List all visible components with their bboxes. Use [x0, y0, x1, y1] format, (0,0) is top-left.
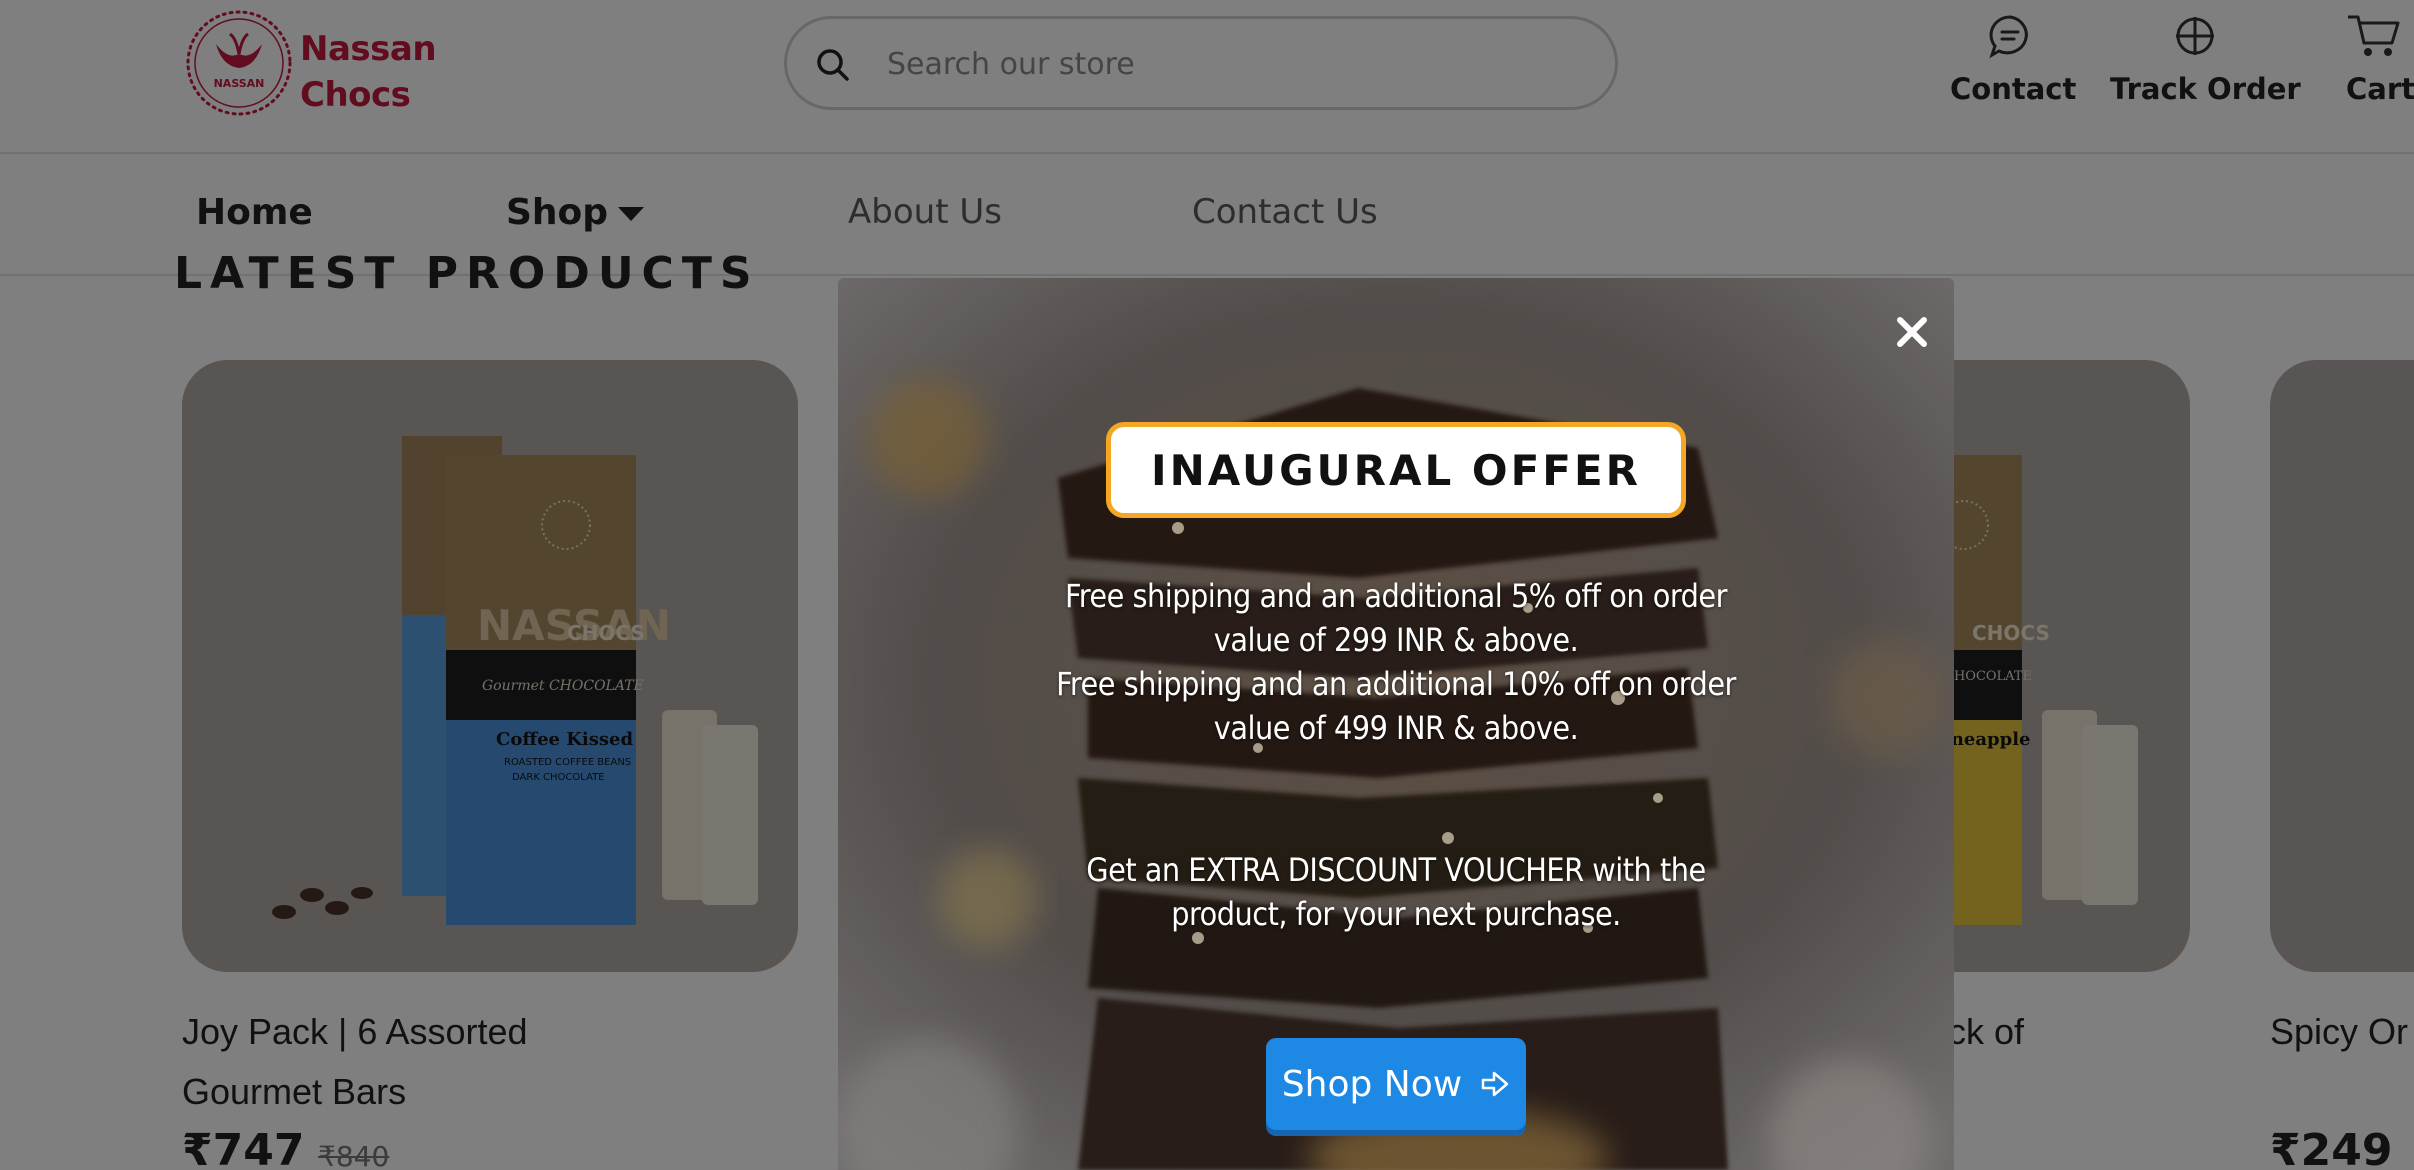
shop-now-label: Shop Now — [1281, 1063, 1463, 1105]
offer-modal: INAUGURAL OFFER Free shipping and an add… — [838, 278, 1954, 1170]
shop-now-button[interactable]: Shop Now — [1266, 1038, 1526, 1130]
offer-text-line: value of 499 INR & above. — [1213, 709, 1579, 747]
offer-text-line: Free shipping and an additional 5% off o… — [1065, 577, 1727, 615]
offer-text-line: Free shipping and an additional 10% off … — [1056, 665, 1736, 703]
arrow-right-icon — [1481, 1071, 1509, 1097]
close-icon[interactable] — [1886, 306, 1938, 358]
page: NASSAN Nassan Chocs Contact — [0, 0, 2414, 1170]
offer-title-box: INAUGURAL OFFER — [1106, 422, 1686, 518]
offer-title: INAUGURAL OFFER — [1150, 445, 1642, 495]
offer-text-line: product, for your next purchase. — [1171, 895, 1621, 933]
offer-text-line: Get an EXTRA DISCOUNT VOUCHER with the — [1086, 851, 1706, 889]
offer-text-line: value of 299 INR & above. — [1213, 621, 1579, 659]
